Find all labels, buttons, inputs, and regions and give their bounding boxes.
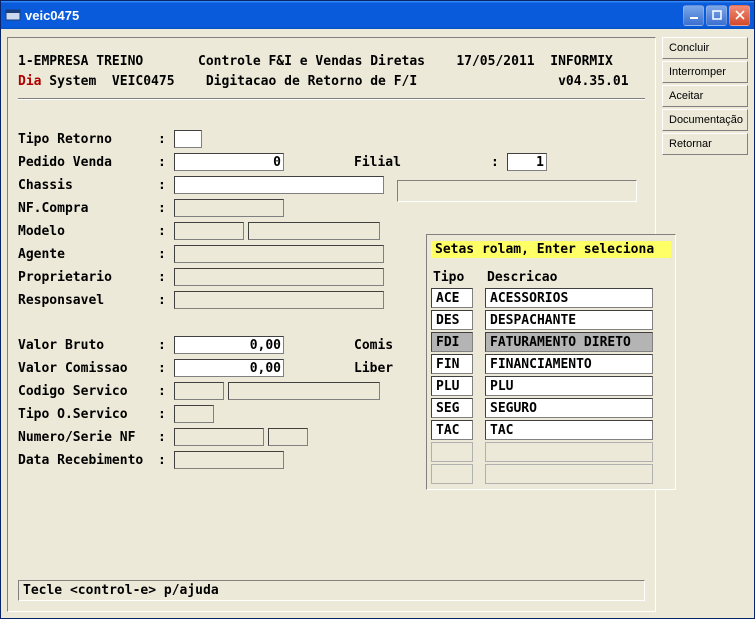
app-icon: [5, 7, 21, 23]
agente-field: [174, 245, 384, 263]
label-nf-compra: NF.Compra: [18, 201, 158, 216]
label-modelo: Modelo: [18, 224, 158, 239]
label-responsavel: Responsavel: [18, 293, 158, 308]
popup-cell-tipo: [431, 442, 473, 462]
popup-cell-desc: SEGURO: [485, 398, 653, 418]
filial-field[interactable]: [507, 153, 547, 171]
label-liber: Liber: [354, 361, 393, 376]
tipo-oservico-field: [174, 405, 214, 423]
popup-cell-desc: FINANCIAMENTO: [485, 354, 653, 374]
label-chassis: Chassis: [18, 178, 158, 193]
interromper-button[interactable]: Interromper: [662, 61, 748, 83]
pedido-venda-field[interactable]: [174, 153, 284, 171]
minimize-button[interactable]: [683, 5, 704, 26]
popup-cell-tipo: TAC: [431, 420, 473, 440]
popup-cell-desc: DESPACHANTE: [485, 310, 653, 330]
popup-row[interactable]: [431, 463, 671, 485]
popup-row[interactable]: SEG SEGURO: [431, 397, 671, 419]
header-block: 1-EMPRESA TREINO Controle F&I e Vendas D…: [18, 52, 645, 92]
popup-cell-tipo: FIN: [431, 354, 473, 374]
popup-list[interactable]: ACE ACESSORIOS DES DESPACHANTE FDI FATURAMENT…: [431, 287, 671, 485]
window-title: veic0475: [25, 8, 79, 23]
popup-hint: Setas rolam, Enter seleciona: [431, 241, 671, 258]
label-proprietario: Proprietario: [18, 270, 158, 285]
data-recebimento-field: [174, 451, 284, 469]
concluir-button[interactable]: Concluir: [662, 37, 748, 59]
titlebar: veic0475: [1, 1, 754, 29]
modelo-desc-field: [248, 222, 380, 240]
popup-row[interactable]: DES DESPACHANTE: [431, 309, 671, 331]
main-panel: 1-EMPRESA TREINO Controle F&I e Vendas D…: [7, 37, 656, 612]
popup-cell-tipo: ACE: [431, 288, 473, 308]
popup-cell-tipo: [431, 464, 473, 484]
valor-comissao-field[interactable]: [174, 359, 284, 377]
popup-cell-desc: [485, 442, 653, 462]
popup-cell-tipo: SEG: [431, 398, 473, 418]
proprietario-field: [174, 268, 384, 286]
label-codigo-servico: Codigo Servico: [18, 384, 158, 399]
popup-col-desc: Descricao: [487, 270, 557, 285]
codigo-servico-desc-field: [228, 382, 380, 400]
close-button[interactable]: [729, 5, 750, 26]
documentacao-button[interactable]: Documentação: [662, 109, 748, 131]
label-tipo-retorno: Tipo Retorno: [18, 132, 158, 147]
label-valor-bruto: Valor Bruto: [18, 338, 158, 353]
popup-cell-desc: TAC: [485, 420, 653, 440]
label-pedido-venda: Pedido Venda: [18, 155, 158, 170]
status-bar: Tecle <control-e> p/ajuda: [18, 580, 645, 601]
label-data-recebimento: Data Recebimento: [18, 453, 158, 468]
modelo-field: [174, 222, 244, 240]
codigo-servico-field: [174, 382, 224, 400]
popup-row[interactable]: FIN FINANCIAMENTO: [431, 353, 671, 375]
retornar-button[interactable]: Retornar: [662, 133, 748, 155]
popup-cell-desc: FATURAMENTO DIRETO: [485, 332, 653, 352]
label-agente: Agente: [18, 247, 158, 262]
popup-cell-tipo: DES: [431, 310, 473, 330]
label-numero-serie-nf: Numero/Serie NF: [18, 430, 158, 445]
popup-cell-tipo: FDI: [431, 332, 473, 352]
responsavel-field: [174, 291, 384, 309]
header-divider: [18, 98, 645, 100]
popup-row[interactable]: FDI FATURAMENTO DIRETO: [431, 331, 671, 353]
maximize-button[interactable]: [706, 5, 727, 26]
label-tipo-oservico: Tipo O.Servico: [18, 407, 158, 422]
label-filial: Filial: [354, 155, 401, 170]
app-window: veic0475 1-EMPRESA TREINO Controle F&I e…: [0, 0, 755, 619]
popup-row[interactable]: ACE ACESSORIOS: [431, 287, 671, 309]
numero-nf-field: [174, 428, 264, 446]
popup-row[interactable]: [431, 441, 671, 463]
popup-cell-desc: [485, 464, 653, 484]
serie-nf-field: [268, 428, 308, 446]
popup-cell-desc: PLU: [485, 376, 653, 396]
aceitar-button[interactable]: Aceitar: [662, 85, 748, 107]
lookup-popup: Setas rolam, Enter seleciona Tipo Descri…: [426, 234, 676, 490]
valor-bruto-field[interactable]: [174, 336, 284, 354]
nf-compra-field: [174, 199, 284, 217]
popup-row[interactable]: TAC TAC: [431, 419, 671, 441]
popup-col-tipo: Tipo: [433, 270, 475, 285]
popup-cell-desc: ACESSORIOS: [485, 288, 653, 308]
label-valor-comissao: Valor Comissao: [18, 361, 158, 376]
label-comis: Comis: [354, 338, 393, 353]
chassis-field[interactable]: [174, 176, 384, 194]
popup-cell-tipo: PLU: [431, 376, 473, 396]
tipo-retorno-field[interactable]: [174, 130, 202, 148]
popup-row[interactable]: PLU PLU: [431, 375, 671, 397]
